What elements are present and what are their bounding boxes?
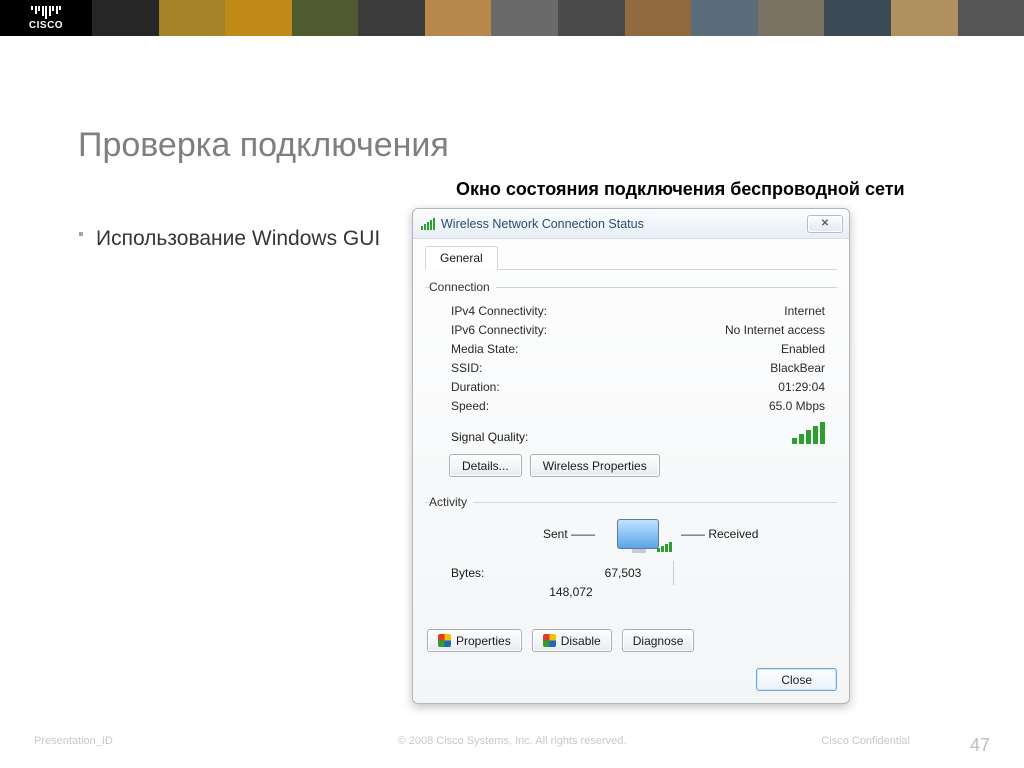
- ipv6-label: IPv6 Connectivity:: [451, 323, 547, 337]
- close-button[interactable]: Close: [756, 668, 837, 691]
- bytes-divider: [673, 561, 674, 585]
- ipv6-value: No Internet access: [725, 323, 825, 337]
- connection-group: Connection IPv4 Connectivity: Internet IP…: [425, 280, 837, 489]
- connection-legend: Connection: [429, 280, 496, 294]
- ipv4-value: Internet: [784, 304, 825, 318]
- speed-label: Speed:: [451, 399, 489, 413]
- activity-legend: Activity: [429, 495, 473, 509]
- network-monitor-icon: [617, 519, 659, 549]
- received-bytes: 148,072: [451, 585, 605, 599]
- tab-general[interactable]: General: [425, 246, 498, 270]
- close-icon[interactable]: ✕: [807, 215, 843, 233]
- wireless-status-dialog: Wireless Network Connection Status ✕ Gen…: [412, 208, 850, 704]
- bullet-item: Использование Windows GUI: [78, 226, 388, 252]
- signal-bars-icon: [421, 218, 435, 230]
- shield-icon: [438, 634, 451, 647]
- footer-center: © 2008 Cisco Systems, Inc. All rights re…: [0, 735, 1024, 747]
- details-button[interactable]: Details...: [449, 454, 522, 477]
- slide-subtitle: Окно состояния подключения беспроводной …: [456, 179, 952, 200]
- activity-group: Activity Sent —— —— Received Bytes: 67,5…: [425, 495, 837, 609]
- slide-body: Проверка подключения Окно состояния подк…: [0, 36, 1024, 704]
- signal-bars-icon: [792, 422, 825, 444]
- cisco-logo-text: cisco: [29, 20, 63, 31]
- sent-bytes: 67,503: [605, 566, 672, 580]
- cisco-logo: cisco: [0, 0, 92, 36]
- ssid-value: BlackBear: [770, 361, 825, 375]
- media-value: Enabled: [781, 342, 825, 356]
- dialog-title: Wireless Network Connection Status: [441, 217, 807, 231]
- speed-value: 65.0 Mbps: [769, 399, 825, 413]
- slide-title: Проверка подключения: [78, 126, 952, 165]
- signal-label: Signal Quality:: [451, 430, 528, 444]
- media-label: Media State:: [451, 342, 518, 356]
- sent-label: Sent ——: [451, 527, 617, 541]
- ipv4-label: IPv4 Connectivity:: [451, 304, 547, 318]
- bytes-label: Bytes:: [451, 566, 605, 580]
- wireless-properties-button[interactable]: Wireless Properties: [530, 454, 660, 477]
- tab-strip: General: [425, 245, 837, 270]
- diagnose-button[interactable]: Diagnose: [622, 629, 695, 652]
- top-bar: cisco: [0, 0, 1024, 36]
- dialog-titlebar[interactable]: Wireless Network Connection Status ✕: [413, 209, 849, 239]
- shield-icon: [543, 634, 556, 647]
- ssid-label: SSID:: [451, 361, 482, 375]
- duration-value: 01:29:04: [778, 380, 825, 394]
- received-label: —— Received: [659, 527, 825, 541]
- collage-strip: [92, 0, 1024, 36]
- properties-button[interactable]: Properties: [427, 629, 522, 652]
- disable-button[interactable]: Disable: [532, 629, 612, 652]
- duration-label: Duration:: [451, 380, 500, 394]
- bullet-list: Использование Windows GUI: [78, 208, 388, 704]
- cisco-bars-icon: [31, 6, 61, 19]
- slide-footer: Presentation_ID © 2008 Cisco Systems, In…: [0, 735, 1024, 756]
